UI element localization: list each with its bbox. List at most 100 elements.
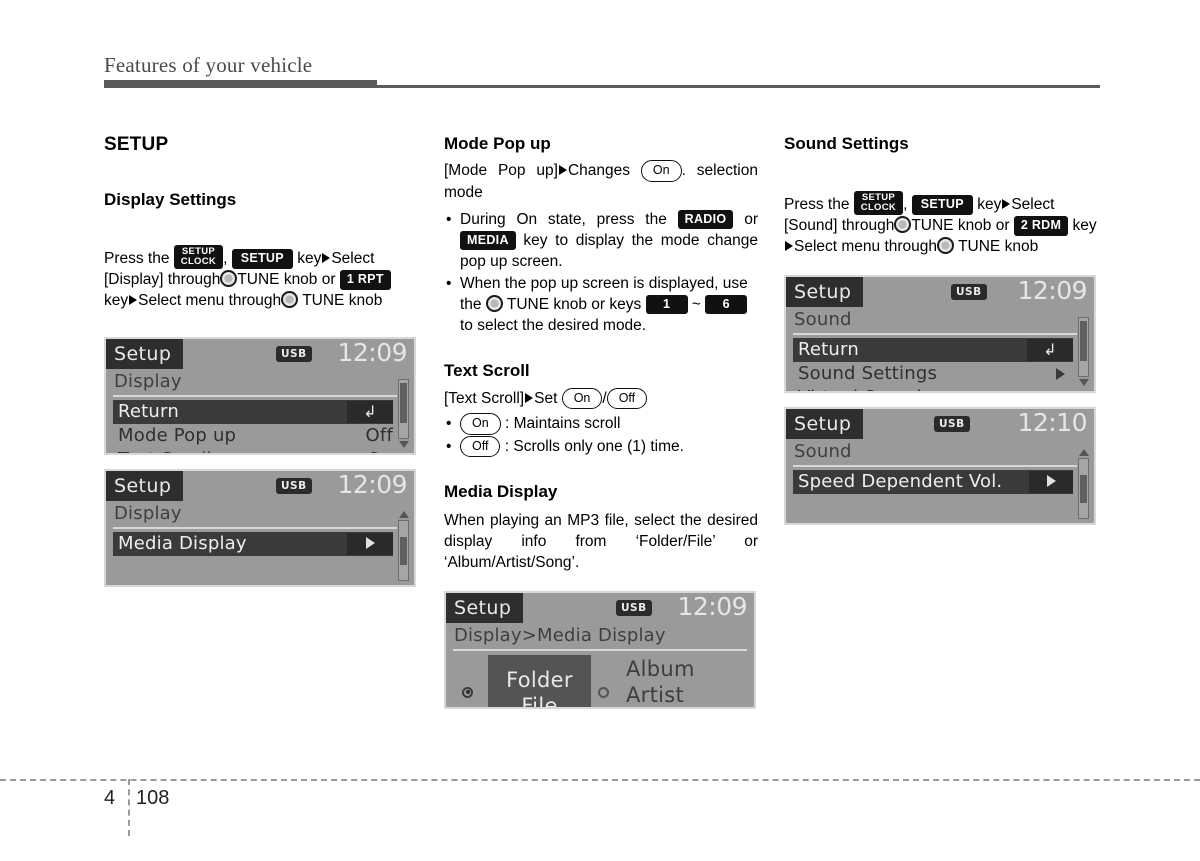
key-word2-label: key bbox=[104, 292, 129, 309]
select-label-2: Select bbox=[1011, 196, 1055, 213]
radio-selected-icon[interactable] bbox=[462, 686, 473, 698]
left-instruction-paragraph: Press the SETUP CLOCK , SETUP key Select … bbox=[104, 245, 418, 311]
media-display-body: When playing an MP3 file, select the des… bbox=[444, 512, 758, 571]
tune-knob-icon-5 bbox=[937, 237, 955, 254]
lcd-screen-sound-menu[interactable]: Setup USB 12:09 Sound Return ↲ Sound Set… bbox=[784, 275, 1096, 393]
header-rule bbox=[104, 80, 1100, 89]
lcd-screen-speed-dependent-vol[interactable]: Setup USB 12:10 Sound Speed Dependent Vo… bbox=[784, 407, 1096, 525]
return-arrow-glyph: ↲ bbox=[363, 401, 377, 421]
lcd-screen-display-menu[interactable]: Setup USB 12:09 Display Return ↲ Mode Po… bbox=[104, 337, 416, 455]
lcd1-top-bar: Setup USB 12:09 bbox=[106, 339, 414, 369]
list-item: On : Maintains scroll bbox=[444, 413, 758, 435]
return-arrow-icon-2[interactable]: ↲ bbox=[1027, 338, 1073, 361]
submenu-arrow-icon-2 bbox=[1056, 367, 1065, 380]
lcd1-row-return[interactable]: Return ↲ bbox=[113, 399, 393, 424]
tune-knob-label-3: TUNE knob or bbox=[911, 217, 1010, 234]
lcd4-scrollbar-thumb[interactable] bbox=[1080, 321, 1087, 361]
lcd1-row-list: Return ↲ Mode Pop up Off Text Scroll On bbox=[106, 397, 414, 454]
mode-popup-changes-label: Changes bbox=[567, 162, 631, 179]
submenu-arrow-glyph bbox=[365, 536, 375, 549]
choice-folder-file[interactable]: Folder File bbox=[488, 654, 591, 707]
lcd2-row-media-display-label: Media Display bbox=[118, 532, 247, 554]
radio-key-badge[interactable]: RADIO bbox=[677, 209, 734, 229]
scroll-up-arrow-icon-2[interactable] bbox=[1078, 449, 1089, 456]
lcd2-scrollbar[interactable] bbox=[397, 511, 410, 583]
step-arrow-icon-6 bbox=[785, 241, 793, 251]
setup-clock-key-badge[interactable]: SETUP CLOCK bbox=[173, 245, 224, 269]
lcd1-breadcrumb: Display bbox=[114, 371, 182, 392]
setup-key-badge-2[interactable]: SETUP bbox=[911, 195, 973, 215]
lcd2-row-list: Media Display bbox=[106, 529, 414, 556]
lcd4-row-sound-settings[interactable]: Sound Settings bbox=[793, 362, 1081, 386]
lcd4-row-return[interactable]: Return ↲ bbox=[793, 337, 1073, 362]
key-2rdm-badge[interactable]: 2 RDM bbox=[1013, 216, 1069, 236]
bullet2-part-4: ~ bbox=[687, 295, 706, 313]
bullet2-part-6: to select the desired mode. bbox=[460, 316, 647, 334]
footer-page-number: 108 bbox=[136, 787, 170, 809]
lcd-screen-media-display-choice[interactable]: Setup USB 12:09 Display>Media Display Fo… bbox=[444, 591, 756, 709]
submenu-arrow-icon-3 bbox=[1056, 392, 1065, 394]
lcd4-clock: 12:09 bbox=[1017, 276, 1087, 305]
press-the-label-2: Press the bbox=[784, 196, 850, 213]
choice-album-label: Album bbox=[626, 656, 695, 681]
usb-icon-5: USB bbox=[934, 416, 970, 432]
media-key-badge[interactable]: MEDIA bbox=[460, 230, 516, 250]
lcd5-clock: 12:10 bbox=[1017, 408, 1087, 437]
scroll-up-arrow-icon[interactable] bbox=[398, 511, 409, 518]
subsection-title-mode-popup: Mode Pop up bbox=[444, 134, 551, 153]
usb-icon-4: USB bbox=[951, 284, 987, 300]
lcd1-row-mode-popup[interactable]: Mode Pop up Off bbox=[113, 424, 401, 448]
bullet2-part-2: TUNE knob or keys bbox=[502, 295, 646, 313]
middle-column: Mode Pop up [Mode Pop up] Changes On. sel… bbox=[444, 133, 758, 709]
choice-album-artist-song[interactable]: Album Artist Song bbox=[626, 656, 695, 708]
return-arrow-icon[interactable]: ↲ bbox=[347, 400, 393, 423]
lcd4-breadcrumb: Sound bbox=[794, 309, 852, 330]
right-instruction-paragraph: Press the SETUP CLOCK , SETUP key Select … bbox=[784, 191, 1098, 257]
submenu-arrow-icon[interactable] bbox=[347, 532, 393, 555]
subsection-title-media-display: Media Display bbox=[444, 482, 558, 501]
scroll-down-arrow-icon[interactable] bbox=[398, 441, 409, 448]
on-oval-badge-2: On bbox=[561, 387, 603, 409]
lcd1-row-text-scroll-label: Text Scroll bbox=[118, 448, 212, 454]
lcd5-row-speed-dependent-vol[interactable]: Speed Dependent Vol. bbox=[793, 469, 1073, 494]
text-scroll-set-label: Set bbox=[534, 389, 558, 407]
lcd4-row-list: Return ↲ Sound Settings Virtual Sound bbox=[786, 335, 1094, 394]
page-title: Features of your vehicle bbox=[104, 53, 313, 77]
subsection-title-text-scroll: Text Scroll bbox=[444, 360, 530, 380]
radio-unselected-icon[interactable] bbox=[598, 686, 609, 698]
submenu-arrow-icon-4[interactable] bbox=[1029, 470, 1073, 493]
step-arrow-icon-4 bbox=[525, 392, 534, 403]
lcd1-row-text-scroll[interactable]: Text Scroll On bbox=[113, 448, 401, 454]
lcd3-title: Setup bbox=[446, 593, 524, 623]
lcd1-scrollbar[interactable] bbox=[397, 379, 410, 451]
lcd-screen-media-display-entry[interactable]: Setup USB 12:09 Display Media Display bbox=[104, 469, 416, 587]
lcd4-scrollbar[interactable] bbox=[1077, 317, 1090, 389]
lcd2-clock: 12:09 bbox=[337, 470, 407, 499]
press-the-label: Press the bbox=[104, 250, 170, 267]
setup-clock-key-badge-2[interactable]: SETUP CLOCK bbox=[853, 191, 904, 215]
header-rule-thick bbox=[104, 80, 377, 88]
tune-knob-icon bbox=[220, 270, 238, 287]
lcd1-row-mode-popup-label: Mode Pop up bbox=[118, 424, 237, 446]
lcd5-scrollbar[interactable] bbox=[1077, 449, 1090, 521]
lcd5-scrollbar-thumb[interactable] bbox=[1080, 475, 1087, 503]
key-1-badge[interactable]: 1 bbox=[645, 294, 688, 314]
lcd2-row-media-display[interactable]: Media Display bbox=[113, 531, 393, 556]
lcd4-row-sound-settings-label: Sound Settings bbox=[798, 362, 938, 384]
lcd3-top-bar: Setup USB 12:09 bbox=[446, 593, 754, 623]
lcd1-row-mode-popup-value: Off bbox=[365, 424, 393, 446]
scroll-down-arrow-icon-2[interactable] bbox=[1078, 379, 1089, 386]
lcd5-top-bar: Setup USB 12:10 bbox=[786, 409, 1094, 439]
key-1rpt-badge[interactable]: 1 RPT bbox=[339, 270, 391, 290]
mode-popup-bullet-list: During On state, press the RADIO or MEDI… bbox=[444, 209, 758, 336]
footer-vertical-rule bbox=[128, 779, 130, 836]
sound-through-label: [Sound] through bbox=[784, 217, 895, 234]
comma-separator: , bbox=[223, 250, 228, 267]
text-scroll-off-desc: : Scrolls only one (1) time. bbox=[504, 437, 684, 455]
lcd4-row-virtual-sound[interactable]: Virtual Sound bbox=[793, 386, 1081, 394]
lcd2-scrollbar-thumb[interactable] bbox=[400, 537, 407, 565]
setup-key-badge[interactable]: SETUP bbox=[231, 249, 293, 269]
subsection-title-display-settings: Display Settings bbox=[104, 190, 237, 209]
key-6-badge[interactable]: 6 bbox=[705, 294, 748, 314]
lcd1-scrollbar-thumb[interactable] bbox=[400, 383, 407, 423]
